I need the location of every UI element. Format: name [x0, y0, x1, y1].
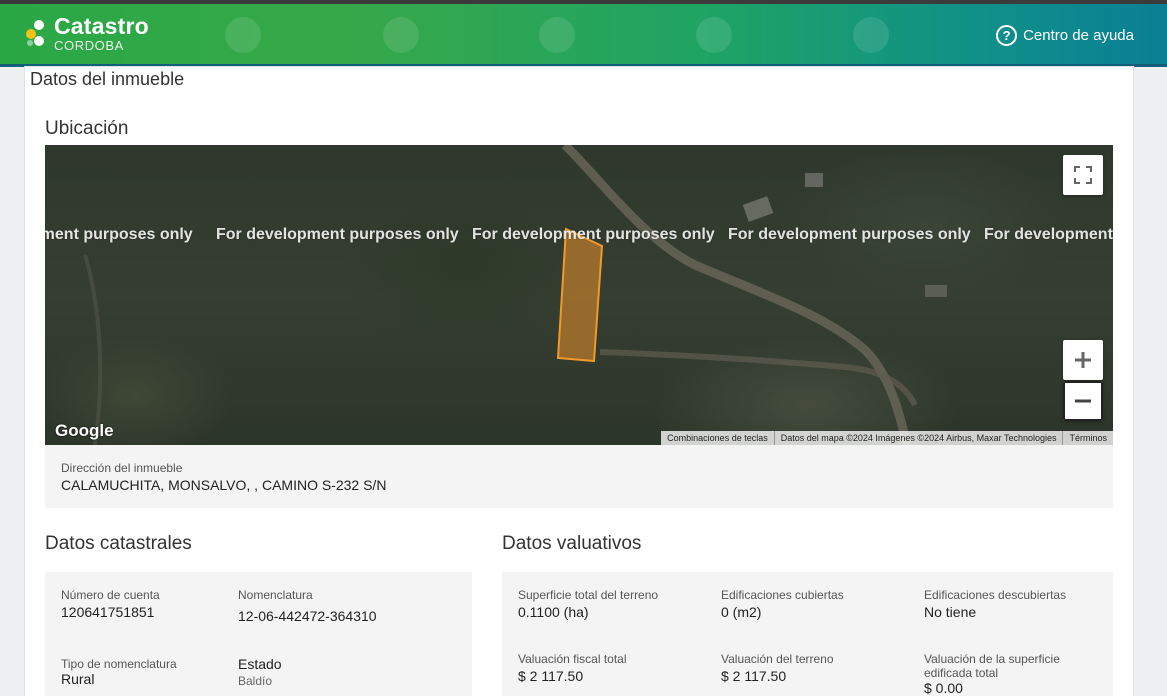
account-number-label: Número de cuenta: [61, 588, 160, 602]
dev-watermark: For development purposes only: [45, 226, 193, 243]
help-center-label: Centro de ayuda: [1023, 27, 1134, 44]
land-valuation-label: Valuación del terreno: [721, 652, 834, 666]
dev-watermark: For development purposes only: [728, 226, 971, 243]
fiscal-valuation-label: Valuación fiscal total: [518, 652, 627, 666]
fiscal-valuation-value: $ 2 117.50: [518, 668, 584, 684]
header-decoration: [225, 17, 261, 53]
uncovered-buildings-label: Edificaciones descubiertas: [924, 588, 1067, 602]
minus-icon: [1075, 399, 1091, 403]
address-label: Dirección del inmueble: [61, 461, 183, 475]
nomenclature-label: Nomenclatura: [238, 588, 313, 602]
fullscreen-button[interactable]: [1063, 155, 1103, 195]
land-area-value: 0.1100 (ha): [518, 604, 589, 620]
header-decoration: [383, 17, 419, 53]
cadastral-heading: Datos catastrales: [45, 533, 192, 554]
question-circle-icon: ?: [996, 25, 1018, 46]
zoom-in-button[interactable]: [1063, 340, 1103, 380]
built-area-valuation-label: Valuación de la superficie edificada tot…: [924, 652, 1060, 680]
header-decoration: [696, 17, 732, 53]
covered-buildings-value: 0 (m2): [721, 604, 762, 620]
map-attribution: Combinaciones de teclas Datos del mapa ©…: [661, 431, 1113, 445]
brand-title: Catastro: [54, 13, 149, 39]
uncovered-buildings-value: No tiene: [924, 604, 977, 620]
brand-logo[interactable]: Catastro CORDOBA: [24, 15, 149, 52]
page-title: Datos del inmueble: [30, 69, 185, 89]
terms-link[interactable]: Términos: [1062, 431, 1113, 445]
built-area-valuation-value: $ 0.00: [924, 680, 963, 696]
top-header: Catastro CORDOBA ? Centro de ayuda: [0, 0, 1167, 67]
catastro-logo-icon: [24, 19, 48, 49]
dev-watermark: For development purposes only: [216, 226, 459, 243]
nomenclature-type-value: Rural: [61, 671, 95, 687]
map-data-credit: Datos del mapa ©2024 Imágenes ©2024 Airb…: [773, 431, 1063, 445]
location-heading: Ubicación: [45, 118, 129, 139]
fullscreen-icon: [1074, 166, 1092, 184]
property-map[interactable]: For development purposes only For develo…: [45, 145, 1113, 445]
map-terrain: [83, 145, 947, 445]
status-label: Estado: [238, 656, 282, 672]
nomenclature-value: 12-06-442472-364310: [238, 608, 377, 624]
land-area-label: Superficie total del terreno: [518, 588, 659, 602]
cadastral-panel: Número de cuenta 120641751851 Nomenclatu…: [45, 572, 472, 696]
header-decoration: [853, 17, 889, 53]
covered-buildings-label: Edificaciones cubiertas: [721, 588, 844, 602]
plus-icon: [1075, 352, 1091, 368]
help-center-link[interactable]: ? Centro de ayuda: [996, 25, 1134, 46]
land-valuation-value: $ 2 117.50: [721, 668, 787, 684]
valuation-panel: Superficie total del terreno 0.1100 (ha)…: [502, 572, 1113, 696]
dev-watermark: For development purposes only: [984, 226, 1113, 243]
address-box: Dirección del inmueble CALAMUCHITA, MONS…: [45, 445, 1113, 508]
address-value: CALAMUCHITA, MONSALVO, , CAMINO S-232 S/…: [61, 477, 387, 493]
built-area-valuation-label-line2: edificada total: [924, 666, 999, 680]
brand-subtitle: CORDOBA: [54, 38, 124, 53]
dev-watermark: For development purposes only: [472, 226, 715, 243]
nomenclature-type-label: Tipo de nomenclatura: [61, 657, 177, 671]
google-logo: Google: [55, 421, 114, 440]
zoom-out-button[interactable]: [1063, 381, 1103, 421]
parcel-polygon[interactable]: [556, 227, 604, 363]
status-value: Baldío: [238, 674, 273, 688]
header-decoration: [539, 17, 575, 53]
dev-watermark-row: For development purposes only For develo…: [45, 226, 1113, 246]
built-area-valuation-label-line1: Valuación de la superficie: [924, 652, 1060, 666]
keyboard-shortcuts-link[interactable]: Combinaciones de teclas: [661, 431, 774, 445]
valuation-heading: Datos valuativos: [502, 533, 642, 554]
account-number-value: 120641751851: [61, 604, 155, 620]
